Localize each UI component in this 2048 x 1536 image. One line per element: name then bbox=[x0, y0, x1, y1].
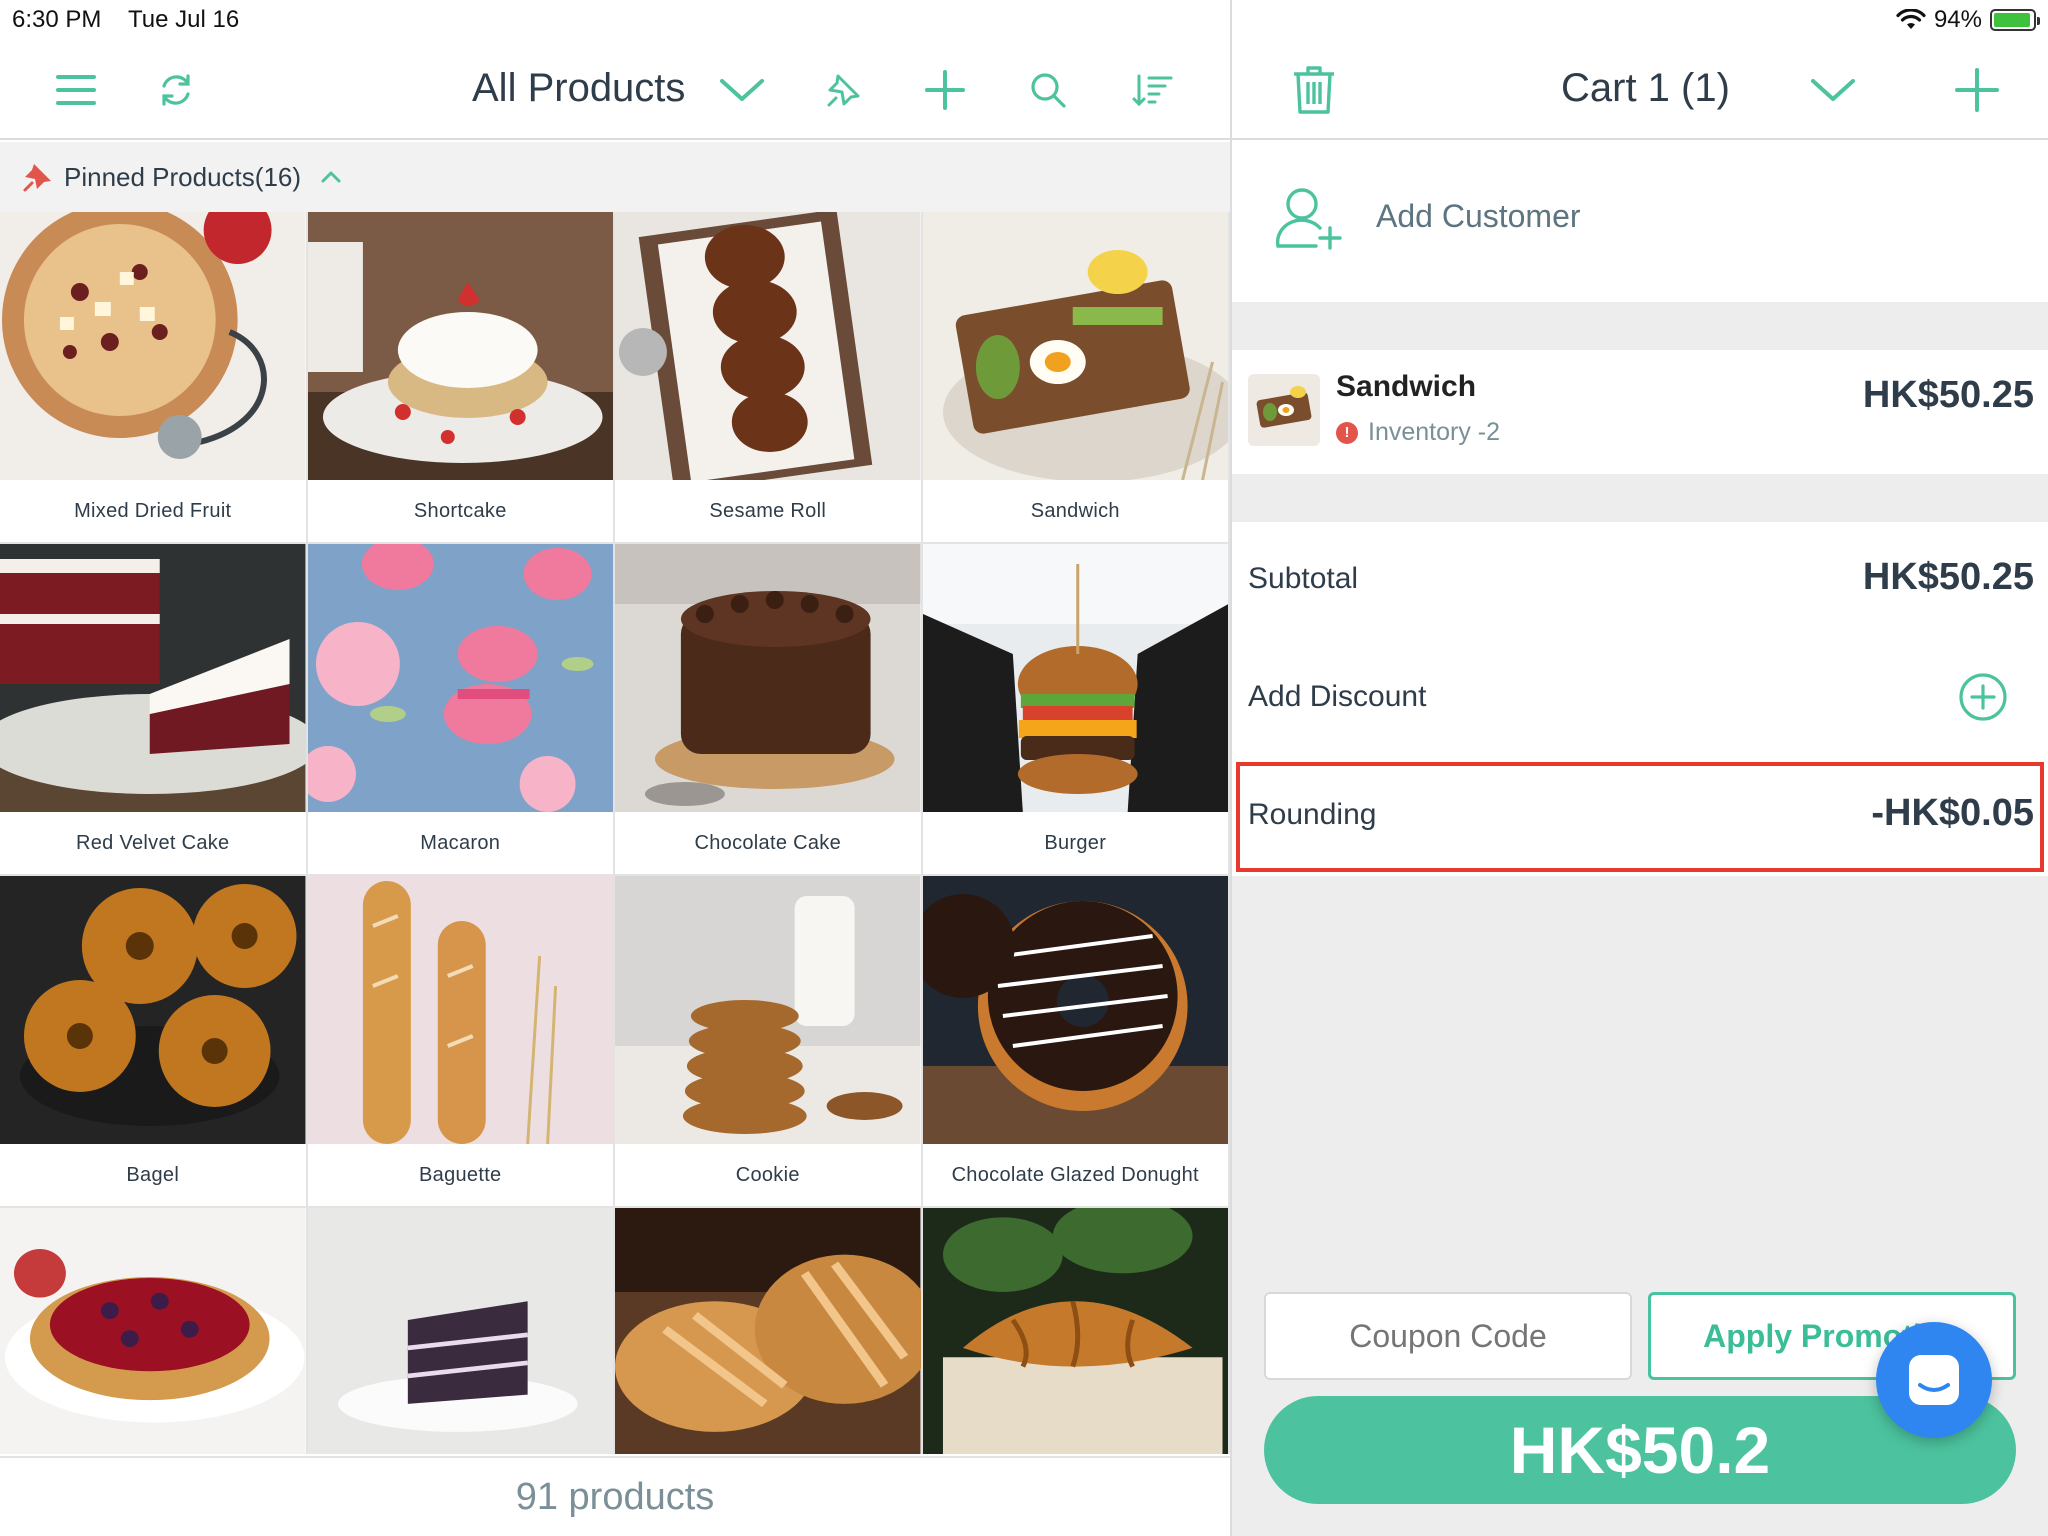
product-tile[interactable] bbox=[922, 1208, 1230, 1454]
coupon-code-input[interactable] bbox=[1264, 1292, 1632, 1380]
product-name: Sesame Roll bbox=[709, 499, 827, 522]
product-image bbox=[307, 1208, 613, 1454]
product-tile[interactable]: Sandwich bbox=[922, 212, 1230, 544]
menu-icon[interactable] bbox=[46, 60, 106, 120]
cart-item[interactable]: Sandwich ! Inventory -2 HK$50.25 bbox=[1232, 350, 2048, 474]
chat-support-button[interactable] bbox=[1876, 1322, 1992, 1438]
pinned-products-header[interactable]: Pinned Products(16) bbox=[0, 142, 1230, 212]
warning-icon: ! bbox=[1336, 421, 1358, 444]
product-image bbox=[615, 876, 921, 1144]
inventory-text: Inventory -2 bbox=[1368, 418, 1501, 446]
battery-icon bbox=[1990, 9, 2040, 31]
product-tile[interactable]: Cookie bbox=[615, 876, 923, 1208]
subtotal-value: HK$50.25 bbox=[1862, 556, 2034, 598]
product-image bbox=[307, 876, 613, 1144]
product-image bbox=[922, 876, 1228, 1144]
add-customer-row[interactable]: Add Customer bbox=[1232, 142, 2048, 302]
chat-icon bbox=[1909, 1355, 1959, 1405]
product-name: Burger bbox=[1044, 831, 1107, 854]
product-tile[interactable]: Baguette bbox=[307, 876, 615, 1208]
product-tile[interactable] bbox=[615, 1208, 923, 1454]
wifi-icon bbox=[1896, 9, 1926, 29]
product-image bbox=[615, 544, 921, 812]
pin-icon bbox=[23, 164, 51, 192]
cart-header: Cart 1 (1) bbox=[1231, 40, 2048, 140]
cart-panel: Add Customer Sandwich ! Inventory -2 HK$… bbox=[1232, 142, 2048, 1536]
product-name: Shortcake bbox=[413, 499, 507, 522]
product-tile[interactable] bbox=[307, 1208, 615, 1454]
product-tile[interactable]: Shortcake bbox=[307, 212, 615, 544]
cart-summary: Subtotal HK$50.25 Add Discount Rounding … bbox=[1232, 522, 2048, 876]
product-tile[interactable]: Mixed Dried Fruit bbox=[0, 212, 308, 544]
product-name: Sandwich bbox=[1030, 499, 1120, 522]
status-time: 6:30 PM bbox=[12, 6, 102, 33]
cart-item-thumbnail bbox=[1248, 374, 1320, 446]
subtotal-label: Subtotal bbox=[1248, 562, 1359, 595]
product-image bbox=[922, 544, 1228, 812]
rounding-value: -HK$0.05 bbox=[1871, 792, 2034, 834]
product-name: Chocolate Glazed Donught bbox=[951, 1163, 1199, 1186]
add-discount-label: Add Discount bbox=[1248, 680, 1427, 713]
search-icon[interactable] bbox=[1018, 60, 1078, 120]
sort-icon[interactable] bbox=[1122, 60, 1182, 120]
product-name: Chocolate Cake bbox=[694, 831, 841, 854]
product-image bbox=[0, 1208, 306, 1454]
product-image bbox=[307, 212, 613, 480]
cart-item-price: HK$50.25 bbox=[1862, 374, 2034, 416]
chevron-down-icon[interactable] bbox=[712, 60, 772, 120]
cart-chevron-down-icon[interactable] bbox=[1803, 60, 1863, 120]
new-cart-icon[interactable] bbox=[1947, 60, 2007, 120]
product-tile[interactable]: Sesame Roll bbox=[615, 212, 923, 544]
product-tile[interactable] bbox=[0, 1208, 308, 1454]
status-right: 94% bbox=[1896, 6, 2040, 34]
add-customer-label: Add Customer bbox=[1376, 198, 1581, 234]
product-name: Macaron bbox=[420, 831, 501, 854]
product-tile[interactable]: Chocolate Cake bbox=[615, 544, 923, 876]
rounding-row: Rounding -HK$0.05 bbox=[1232, 758, 2048, 876]
product-tile[interactable]: Macaron bbox=[307, 544, 615, 876]
product-image bbox=[0, 544, 306, 812]
product-name: Baguette bbox=[419, 1163, 502, 1186]
refresh-icon[interactable] bbox=[146, 60, 206, 120]
product-image bbox=[307, 544, 613, 812]
add-product-icon[interactable] bbox=[915, 60, 975, 120]
product-image bbox=[0, 876, 306, 1144]
product-tile[interactable]: Burger bbox=[922, 544, 1230, 876]
rounding-label: Rounding bbox=[1248, 798, 1377, 831]
cart-item-name: Sandwich bbox=[1336, 370, 1477, 403]
product-tile[interactable]: Chocolate Glazed Donught bbox=[922, 876, 1230, 1208]
product-image bbox=[615, 1208, 921, 1454]
chevron-up-icon[interactable] bbox=[319, 165, 343, 189]
product-name: Red Velvet Cake bbox=[76, 831, 230, 854]
product-tile[interactable]: Bagel bbox=[0, 876, 308, 1208]
product-tile[interactable]: Red Velvet Cake bbox=[0, 544, 308, 876]
product-image bbox=[922, 212, 1228, 480]
add-discount-row[interactable]: Add Discount bbox=[1232, 640, 2048, 758]
product-grid: Mixed Dried Fruit Shortcake Sesame Roll … bbox=[0, 212, 1230, 1454]
subtotal-row: Subtotal HK$50.25 bbox=[1232, 522, 2048, 640]
pinned-products-label: Pinned Products(16) bbox=[64, 161, 302, 192]
trash-icon[interactable] bbox=[1284, 60, 1344, 120]
status-bar: 6:30 PM Tue Jul 16 94% bbox=[0, 0, 2048, 40]
product-name: Cookie bbox=[735, 1163, 800, 1186]
category-title[interactable]: All Products bbox=[472, 66, 685, 111]
battery-percent: 94% bbox=[1933, 6, 1982, 33]
checkout-total: HK$50.2 bbox=[1509, 1413, 1771, 1487]
add-discount-icon[interactable] bbox=[1958, 672, 2008, 722]
cart-title[interactable]: Cart 1 (1) bbox=[1561, 66, 1730, 111]
product-name: Mixed Dried Fruit bbox=[74, 499, 232, 522]
product-count: 91 products bbox=[0, 1456, 1230, 1536]
product-image bbox=[0, 212, 306, 480]
product-image bbox=[922, 1208, 1228, 1454]
product-image bbox=[615, 212, 921, 480]
inventory-warning: ! Inventory -2 bbox=[1336, 418, 1500, 447]
product-name: Bagel bbox=[126, 1163, 180, 1186]
add-customer-icon bbox=[1275, 188, 1342, 250]
status-date: Tue Jul 16 bbox=[128, 6, 240, 33]
products-header: All Products bbox=[0, 40, 1230, 140]
pin-icon[interactable] bbox=[814, 60, 874, 120]
